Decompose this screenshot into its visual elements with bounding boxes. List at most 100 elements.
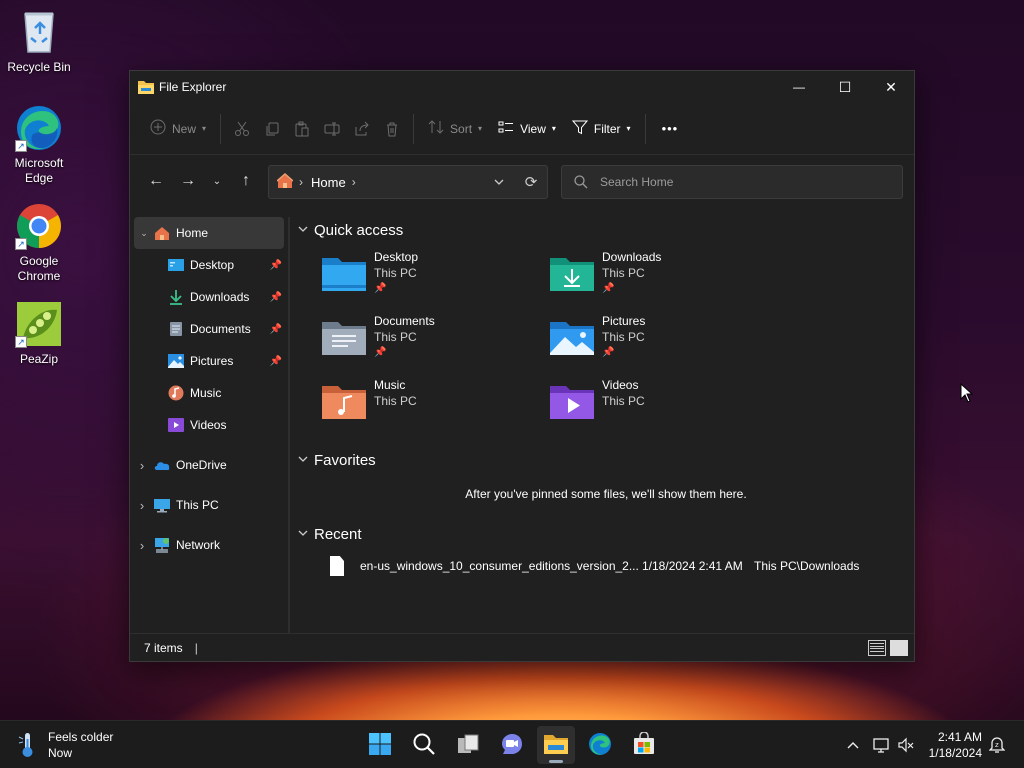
taskbar-file-explorer[interactable] [537, 726, 575, 764]
desktop-icon-peazip[interactable]: ↗ PeaZip [1, 300, 77, 367]
forward-button[interactable]: → [172, 165, 204, 197]
share-icon[interactable] [347, 113, 377, 145]
filter-label: Filter [593, 121, 621, 136]
task-view-button[interactable] [449, 726, 487, 764]
sidebar-item-onedrive[interactable]: › OneDrive [130, 449, 288, 481]
recent-header[interactable]: Recent [298, 521, 914, 547]
favorites-header[interactable]: Favorites [298, 447, 914, 473]
pin-icon[interactable]: 📌 [270, 324, 282, 335]
sidebar-item-label: Downloads [190, 290, 250, 304]
up-button[interactable]: ↑ [230, 165, 262, 197]
desktop-icon-edge[interactable]: ↗ Microsoft Edge [1, 104, 77, 186]
documents-icon [168, 321, 184, 337]
file-explorer-icon [138, 80, 154, 94]
file-explorer-icon [543, 732, 569, 759]
filter-button[interactable]: Filter ▾ [564, 113, 639, 145]
cut-icon[interactable] [227, 113, 257, 145]
sidebar-item-pictures[interactable]: Pictures 📌 [130, 345, 288, 377]
section-title: Quick access [314, 221, 404, 239]
sidebar-item-home[interactable]: ⌄ Home [134, 217, 284, 249]
tile-name: Downloads [602, 250, 662, 264]
sidebar-item-documents[interactable]: Documents 📌 [130, 313, 288, 345]
pin-icon[interactable]: 📌 [270, 356, 282, 367]
recent-file-name: en-us_windows_10_consumer_editions_versi… [360, 559, 639, 573]
taskbar-clock[interactable]: 2:41 AM 1/18/2024 [922, 729, 982, 761]
pin-icon[interactable]: 📌 [270, 260, 282, 271]
address-bar[interactable]: › Home › ⟳ [268, 165, 548, 199]
paste-icon[interactable] [287, 113, 317, 145]
home-icon [276, 172, 294, 192]
quick-access-pictures[interactable]: Pictures This PC 📌 [526, 313, 746, 373]
start-button[interactable] [361, 726, 399, 764]
more-options-button[interactable]: ••• [652, 113, 689, 145]
pin-icon: 📌 [374, 283, 387, 294]
chevron-right-icon[interactable]: › [130, 538, 154, 553]
tile-location: This PC [374, 330, 417, 344]
desktop-icon-recycle-bin[interactable]: Recycle Bin [1, 8, 77, 75]
videos-icon [168, 417, 184, 433]
sidebar-item-downloads[interactable]: Downloads 📌 [130, 281, 288, 313]
refresh-button[interactable]: ⟳ [515, 166, 547, 198]
delete-icon[interactable] [377, 113, 407, 145]
sidebar-item-videos[interactable]: Videos [130, 409, 288, 441]
show-hidden-icons-button[interactable] [842, 721, 864, 768]
thermometer-icon [18, 731, 36, 759]
recent-locations-button[interactable]: ⌄ [204, 165, 230, 197]
view-button[interactable]: View ▾ [490, 113, 564, 145]
clock-date: 1/18/2024 [928, 746, 982, 760]
weather-widget[interactable]: Feels colder Now [18, 729, 113, 761]
sidebar-item-label: Pictures [190, 354, 234, 368]
taskbar-store[interactable] [625, 726, 663, 764]
content-pane: Quick access Desktop This PC 📌 Downloads… [292, 217, 914, 633]
volume-muted-icon[interactable] [895, 721, 917, 768]
maximize-button[interactable]: ☐ [822, 71, 868, 103]
sidebar-item-network[interactable]: › Network [130, 529, 288, 561]
network-status-icon[interactable] [870, 721, 892, 768]
recent-file-row[interactable]: en-us_windows_10_consumer_editions_versi… [298, 549, 914, 583]
chevron-right-icon[interactable]: › [130, 458, 154, 473]
taskbar-search-button[interactable] [405, 726, 443, 764]
rename-icon[interactable] [317, 113, 347, 145]
chevron-right-icon[interactable]: › [130, 498, 154, 513]
address-history-dropdown[interactable] [483, 166, 515, 198]
sort-button[interactable]: Sort ▾ [420, 113, 490, 145]
tile-name: Videos [602, 378, 639, 392]
quick-access-header[interactable]: Quick access [298, 217, 914, 243]
sort-label: Sort [450, 121, 473, 136]
breadcrumb-home[interactable]: Home [311, 175, 346, 190]
copy-icon[interactable] [257, 113, 287, 145]
desktop-icon-chrome[interactable]: ↗ Google Chrome [1, 202, 77, 284]
sidebar-item-this-pc[interactable]: › This PC [130, 489, 288, 521]
edge-icon: ↗ [15, 104, 63, 152]
close-button[interactable]: ✕ [868, 71, 914, 103]
shortcut-arrow-icon: ↗ [15, 238, 27, 250]
new-button[interactable]: New ▾ [142, 113, 214, 145]
chat-icon [500, 732, 524, 759]
chat-button[interactable] [493, 726, 531, 764]
tiles-view-icon[interactable] [890, 639, 908, 656]
onedrive-icon [154, 457, 170, 473]
quick-access-documents[interactable]: Documents This PC 📌 [298, 313, 518, 373]
details-view-icon[interactable] [868, 639, 886, 656]
sidebar-item-music[interactable]: Music [130, 377, 288, 409]
shortcut-arrow-icon: ↗ [15, 336, 27, 348]
back-button[interactable]: ← [140, 165, 172, 197]
chevron-down-icon: ▾ [626, 124, 631, 133]
quick-access-desktop[interactable]: Desktop This PC 📌 [298, 249, 518, 309]
title-bar[interactable]: File Explorer — ☐ ✕ [130, 71, 914, 103]
task-view-icon [456, 732, 480, 759]
quick-access-videos[interactable]: Videos This PC [526, 377, 746, 437]
sidebar-item-desktop[interactable]: Desktop 📌 [130, 249, 288, 281]
quick-access-downloads[interactable]: Downloads This PC 📌 [526, 249, 746, 309]
toolbar-divider [413, 113, 415, 144]
notifications-icon[interactable]: z [986, 721, 1008, 768]
minimize-button[interactable]: — [776, 71, 822, 103]
search-input[interactable]: Search Home [561, 165, 903, 199]
chevron-down-icon[interactable]: ⌄ [134, 228, 154, 239]
music-folder-icon [322, 383, 366, 419]
pin-icon[interactable]: 📌 [270, 292, 282, 303]
quick-access-music[interactable]: Music This PC [298, 377, 518, 437]
taskbar-edge[interactable] [581, 726, 619, 764]
sidebar-item-label: Home [176, 226, 209, 240]
toolbar-divider [220, 113, 222, 144]
